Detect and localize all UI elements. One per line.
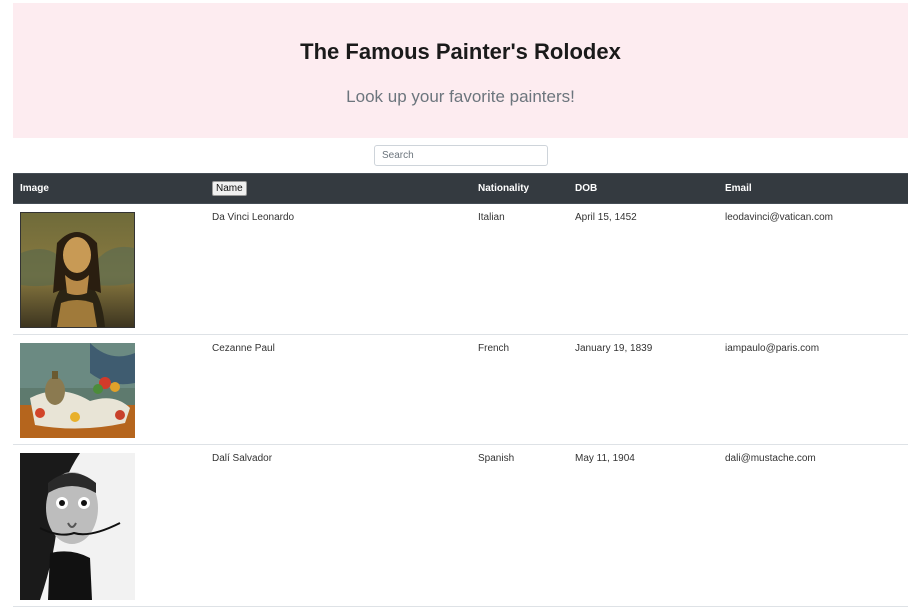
nationality-cell: Spanish (471, 444, 568, 607)
hero-banner: The Famous Painter's Rolodex Look up you… (13, 3, 908, 138)
column-header-image: Image (13, 173, 205, 204)
page: The Famous Painter's Rolodex Look up you… (0, 0, 918, 608)
still-life-painting-image (20, 343, 135, 438)
table-body: Da Vinci Leonardo Italian April 15, 1452… (13, 203, 908, 607)
email-cell: leodavinci@vatican.com (718, 203, 908, 335)
name-cell: Cezanne Paul (205, 334, 471, 445)
table-row: Dalí Salvador Spanish May 11, 1904 dali@… (13, 444, 908, 607)
table-row: Cezanne Paul French January 19, 1839 iam… (13, 334, 908, 445)
search-container (374, 145, 548, 166)
painters-table: Image Name Nationality DOB Email Da Vinc… (13, 173, 908, 607)
sort-by-name-button[interactable]: Name (212, 181, 247, 196)
email-cell: iampaulo@paris.com (718, 334, 908, 445)
table-header: Image Name Nationality DOB Email (13, 173, 908, 204)
image-cell (13, 334, 205, 445)
dob-cell: May 11, 1904 (568, 444, 718, 607)
dob-cell: April 15, 1452 (568, 203, 718, 335)
column-header-dob: DOB (568, 173, 718, 204)
page-subtitle: Look up your favorite painters! (346, 87, 575, 106)
still-life-graphic (20, 343, 135, 438)
name-cell: Da Vinci Leonardo (205, 203, 471, 335)
nationality-cell: French (471, 334, 568, 445)
page-title: The Famous Painter's Rolodex (300, 39, 621, 64)
dali-portrait-photo-image (20, 453, 135, 600)
image-cell (13, 444, 205, 607)
dob-cell: January 19, 1839 (568, 334, 718, 445)
nationality-cell: Italian (471, 203, 568, 335)
email-cell: dali@mustache.com (718, 444, 908, 607)
table-header-row: Image Name Nationality DOB Email (13, 173, 908, 204)
dali-portrait-graphic (20, 453, 135, 600)
image-cell (13, 203, 205, 335)
search-input[interactable] (374, 145, 548, 166)
table-row: Da Vinci Leonardo Italian April 15, 1452… (13, 203, 908, 335)
column-header-email: Email (718, 173, 908, 204)
column-header-nationality: Nationality (471, 173, 568, 204)
name-cell: Dalí Salvador (205, 444, 471, 607)
mona-lisa-graphic (21, 213, 134, 327)
mona-lisa-painting-image (20, 212, 135, 328)
column-header-name: Name (205, 173, 471, 204)
